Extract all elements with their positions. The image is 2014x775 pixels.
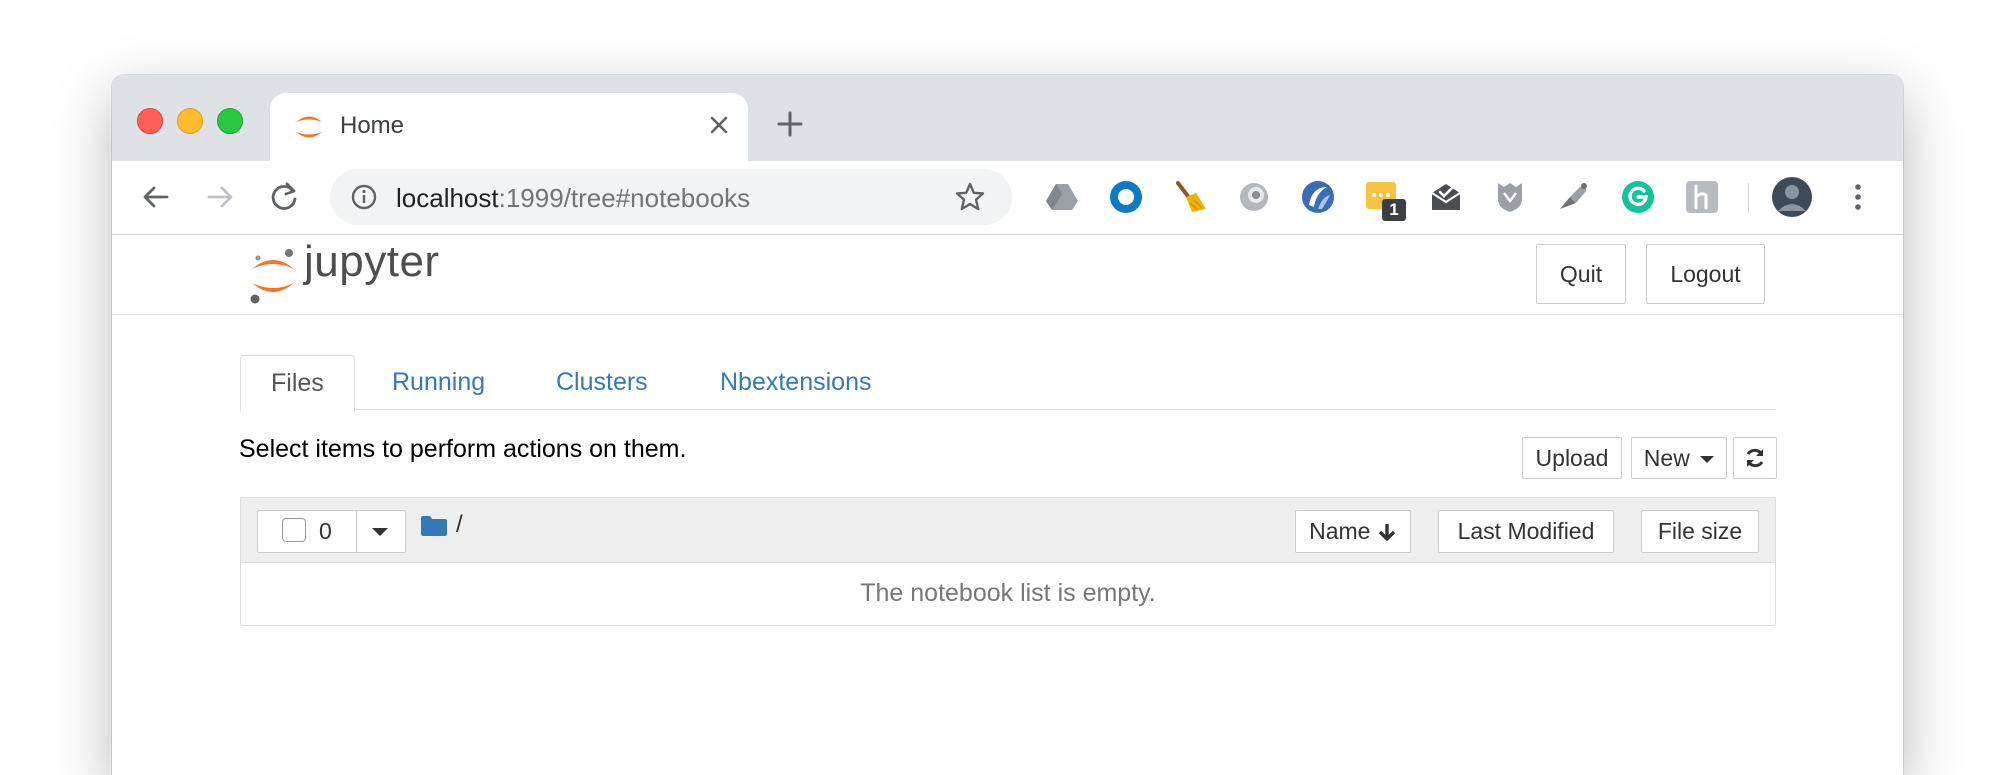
broom-icon[interactable]: [1172, 179, 1208, 215]
logout-button[interactable]: Logout: [1646, 244, 1765, 304]
tab-nbextensions[interactable]: Nbextensions: [690, 355, 901, 409]
arrow-down-icon: [1378, 524, 1396, 541]
sort-last-modified-button[interactable]: Last Modified: [1438, 510, 1614, 553]
close-tab-icon[interactable]: [704, 110, 734, 140]
new-button-label: New: [1643, 445, 1690, 471]
profile-avatar-icon[interactable]: [1772, 177, 1812, 217]
toolbar-separator: [1748, 183, 1749, 213]
grey-circle-icon[interactable]: [1236, 179, 1272, 215]
hypothesis-icon[interactable]: [1684, 179, 1720, 215]
close-window-button[interactable]: [137, 108, 163, 134]
jupyter-favicon-icon: [296, 116, 322, 138]
upload-button[interactable]: Upload: [1522, 437, 1622, 479]
notebook-list-header: 0 / Name Last Modified File size: [241, 498, 1775, 563]
refresh-icon: [1746, 448, 1764, 468]
menu-kebab-icon[interactable]: [1840, 179, 1876, 215]
minimize-window-button[interactable]: [177, 108, 203, 134]
reload-icon[interactable]: [266, 179, 302, 215]
forward-arrow-icon[interactable]: [202, 179, 238, 215]
notebook-list: 0 / Name Last Modified File size The not…: [240, 497, 1776, 626]
shield-icon[interactable]: [1492, 179, 1528, 215]
select-menu-caret-icon[interactable]: [372, 528, 388, 536]
grammarly-icon[interactable]: [1620, 179, 1656, 215]
empty-list-message: The notebook list is empty.: [860, 579, 1156, 607]
selected-count: 0: [319, 518, 332, 544]
bookmark-star-icon[interactable]: [954, 181, 986, 213]
chat-badge-icon[interactable]: 1: [1364, 179, 1406, 221]
sort-name-label: Name: [1309, 518, 1371, 544]
selection-hint: Select items to perform actions on them.: [239, 435, 687, 463]
refresh-button[interactable]: [1733, 437, 1777, 479]
select-all-group: 0: [257, 510, 406, 553]
select-all-checkbox[interactable]: [282, 518, 306, 542]
sort-file-size-button[interactable]: File size: [1641, 510, 1759, 553]
folder-icon[interactable]: [421, 516, 447, 536]
jupyter-header: jupyter Quit Logout: [112, 235, 1903, 315]
tab-clusters[interactable]: Clusters: [526, 355, 678, 409]
tab-strip: Home: [112, 75, 1903, 161]
mail-check-icon[interactable]: [1428, 179, 1464, 215]
ring-icon[interactable]: [1108, 179, 1144, 215]
page-viewport: jupyter Quit Logout Files Running Cluste…: [112, 235, 1903, 775]
address-bar[interactable]: localhost:1999/tree#notebooks: [330, 169, 1012, 225]
new-tab-icon[interactable]: [774, 108, 806, 140]
url-host: localhost: [396, 183, 499, 213]
browser-tab-home[interactable]: Home: [270, 93, 748, 161]
zoom-window-button[interactable]: [217, 108, 243, 134]
quit-button[interactable]: Quit: [1536, 244, 1626, 304]
browser-toolbar: localhost:1999/tree#notebooks 1: [112, 161, 1903, 235]
blue-swirl-icon[interactable]: [1300, 179, 1336, 215]
site-info-icon[interactable]: [350, 183, 378, 211]
tab-title: Home: [340, 112, 405, 139]
back-arrow-icon[interactable]: [138, 179, 174, 215]
google-drive-icon[interactable]: [1044, 179, 1080, 215]
select-divider: [356, 511, 357, 552]
new-button[interactable]: New: [1631, 437, 1727, 479]
url-text: localhost:1999/tree#notebooks: [396, 183, 750, 214]
url-path: :1999/tree#notebooks: [498, 183, 751, 213]
sort-name-button[interactable]: Name: [1295, 510, 1411, 553]
satellite-icon[interactable]: [1556, 179, 1592, 215]
jupyter-wordmark: jupyter: [304, 237, 440, 286]
extension-badge: 1: [1382, 199, 1406, 221]
browser-window: Home localhost:1999/tree#notebooks 1 jup…: [112, 75, 1903, 775]
jupyter-tabs: Files Running Clusters Nbextensions: [240, 355, 1776, 412]
tab-files[interactable]: Files: [240, 355, 355, 412]
breadcrumb-path[interactable]: /: [456, 511, 463, 539]
jupyter-logo-icon[interactable]: [247, 245, 299, 305]
tab-running[interactable]: Running: [362, 355, 515, 409]
caret-down-icon: [1700, 456, 1715, 464]
